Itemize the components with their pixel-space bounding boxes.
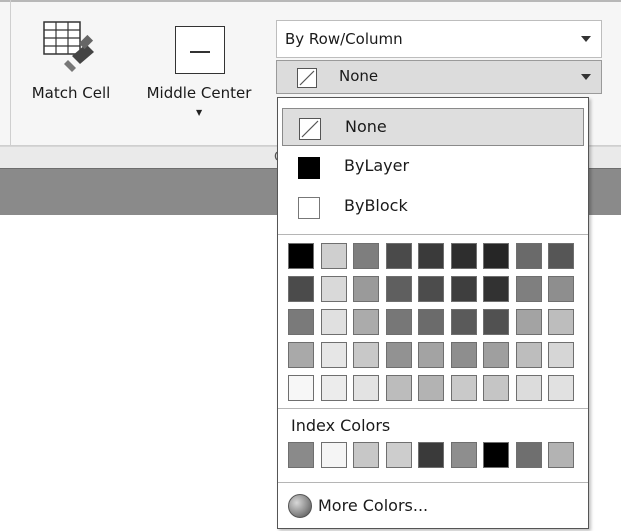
dropdown-caret-icon bbox=[581, 36, 591, 42]
color-swatch[interactable] bbox=[450, 276, 477, 302]
ribbon-divider bbox=[10, 0, 11, 146]
color-swatch[interactable] bbox=[548, 375, 574, 401]
menu-separator bbox=[278, 408, 588, 409]
color-swatch[interactable] bbox=[548, 243, 574, 269]
match-cell-button[interactable]: Match Cell bbox=[20, 18, 122, 118]
cell-fill-dropdown[interactable]: None bbox=[276, 60, 602, 94]
color-swatch[interactable] bbox=[418, 375, 444, 401]
index-colors-label: Index Colors bbox=[291, 416, 391, 435]
fill-option-label: None bbox=[345, 117, 387, 136]
color-swatch[interactable] bbox=[353, 276, 379, 302]
index-color-swatch[interactable] bbox=[385, 442, 412, 468]
color-swatch[interactable] bbox=[385, 309, 412, 335]
no-fill-icon bbox=[299, 118, 321, 140]
index-color-swatch[interactable] bbox=[548, 442, 574, 468]
index-color-swatch[interactable] bbox=[450, 442, 477, 468]
byblock-swatch bbox=[298, 197, 320, 219]
no-fill-icon bbox=[297, 68, 317, 88]
index-color-swatch[interactable] bbox=[320, 442, 347, 468]
color-swatch[interactable] bbox=[320, 276, 347, 302]
color-swatch[interactable] bbox=[483, 276, 509, 302]
color-swatch[interactable] bbox=[288, 375, 314, 401]
color-swatch[interactable] bbox=[353, 309, 379, 335]
index-color-swatch[interactable] bbox=[483, 442, 509, 468]
color-swatch[interactable] bbox=[418, 243, 444, 269]
chevron-down-icon[interactable]: ▼ bbox=[196, 108, 202, 117]
color-swatch[interactable] bbox=[483, 342, 509, 368]
fill-option-byblock[interactable]: ByBlock bbox=[282, 188, 584, 226]
row-column-dropdown[interactable]: By Row/Column bbox=[276, 20, 602, 58]
color-swatch[interactable] bbox=[320, 243, 347, 269]
color-swatch[interactable] bbox=[483, 309, 509, 335]
match-cell-icon bbox=[43, 21, 94, 72]
color-swatch[interactable] bbox=[450, 342, 477, 368]
dropdown-caret-icon bbox=[581, 74, 591, 80]
color-swatch[interactable] bbox=[353, 342, 379, 368]
ribbon-top-border bbox=[0, 0, 621, 2]
color-swatch[interactable] bbox=[353, 243, 379, 269]
fill-option-bylayer[interactable]: ByLayer bbox=[282, 148, 584, 186]
color-swatch[interactable] bbox=[320, 309, 347, 335]
middle-center-button[interactable]: Middle Center ▼ bbox=[134, 18, 264, 128]
color-swatch[interactable] bbox=[288, 276, 314, 302]
index-color-swatch[interactable] bbox=[288, 442, 314, 468]
color-swatch[interactable] bbox=[385, 375, 412, 401]
color-swatch[interactable] bbox=[385, 243, 412, 269]
more-colors-button[interactable]: More Colors... bbox=[288, 490, 578, 522]
middle-center-icon bbox=[175, 26, 225, 74]
color-swatch[interactable] bbox=[548, 309, 574, 335]
match-cell-label: Match Cell bbox=[31, 84, 111, 102]
color-swatch[interactable] bbox=[385, 342, 412, 368]
color-swatch[interactable] bbox=[288, 342, 314, 368]
fill-option-label: ByBlock bbox=[344, 196, 408, 215]
fill-option-none[interactable]: None bbox=[282, 108, 584, 146]
color-swatch[interactable] bbox=[515, 276, 542, 302]
menu-separator bbox=[278, 482, 588, 483]
color-swatch[interactable] bbox=[483, 243, 509, 269]
fill-option-label: ByLayer bbox=[344, 156, 410, 175]
more-colors-label: More Colors... bbox=[318, 496, 429, 515]
index-color-swatch[interactable] bbox=[515, 442, 542, 468]
index-color-swatch[interactable] bbox=[353, 442, 379, 468]
color-swatch[interactable] bbox=[418, 342, 444, 368]
menu-separator bbox=[278, 234, 588, 235]
color-swatch[interactable] bbox=[320, 375, 347, 401]
color-swatch[interactable] bbox=[515, 375, 542, 401]
color-swatch[interactable] bbox=[418, 309, 444, 335]
color-swatch[interactable] bbox=[288, 309, 314, 335]
color-swatch[interactable] bbox=[515, 243, 542, 269]
color-wheel-icon bbox=[288, 494, 312, 518]
middle-center-label: Middle Center bbox=[146, 84, 252, 102]
color-swatch[interactable] bbox=[385, 276, 412, 302]
color-swatch[interactable] bbox=[515, 342, 542, 368]
color-swatch[interactable] bbox=[548, 342, 574, 368]
color-swatch[interactable] bbox=[450, 243, 477, 269]
color-swatch[interactable] bbox=[483, 375, 509, 401]
color-swatch[interactable] bbox=[450, 375, 477, 401]
bylayer-swatch bbox=[298, 157, 320, 179]
index-color-swatch[interactable] bbox=[418, 442, 444, 468]
color-swatch[interactable] bbox=[450, 309, 477, 335]
color-swatch[interactable] bbox=[320, 342, 347, 368]
color-swatch[interactable] bbox=[515, 309, 542, 335]
color-swatch[interactable] bbox=[418, 276, 444, 302]
color-swatch[interactable] bbox=[353, 375, 379, 401]
row-column-value: By Row/Column bbox=[285, 30, 403, 48]
cell-fill-color-menu: None ByLayer ByBlock Index Colors More C… bbox=[277, 97, 589, 529]
color-swatch[interactable] bbox=[548, 276, 574, 302]
cell-fill-value: None bbox=[339, 67, 379, 85]
color-swatch[interactable] bbox=[288, 243, 314, 269]
